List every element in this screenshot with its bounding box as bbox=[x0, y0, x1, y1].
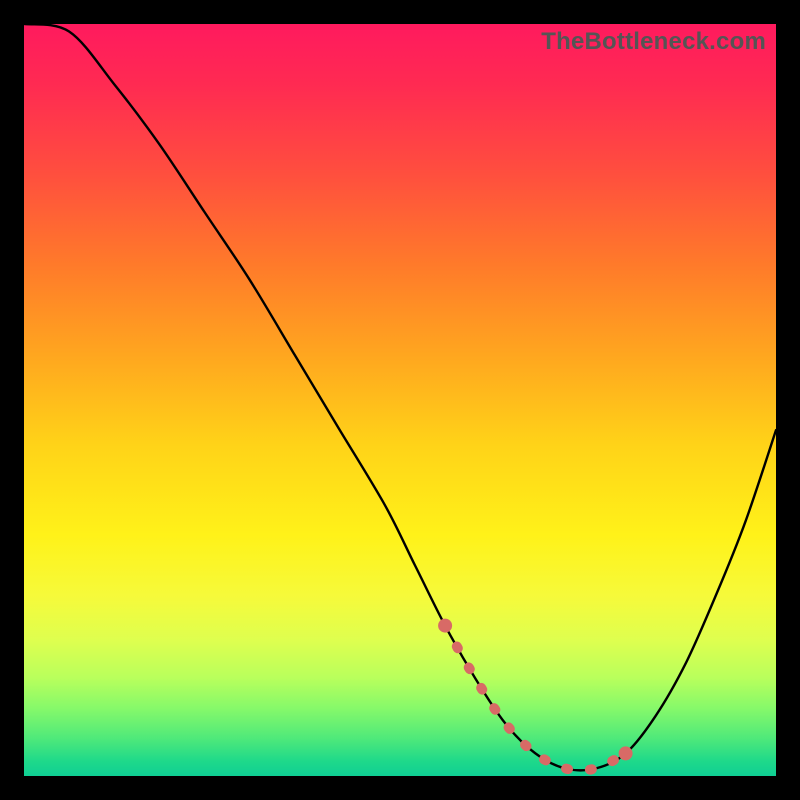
chart-overlay bbox=[24, 24, 776, 776]
bottleneck-highlight-path bbox=[445, 626, 625, 771]
highlight-end-dot bbox=[619, 746, 633, 760]
bottleneck-highlight-dots bbox=[438, 619, 632, 761]
bottleneck-curve-path bbox=[24, 24, 776, 770]
chart-frame: TheBottleneck.com bbox=[0, 0, 800, 800]
plot-area: TheBottleneck.com bbox=[24, 24, 776, 776]
highlight-end-dot bbox=[438, 619, 452, 633]
